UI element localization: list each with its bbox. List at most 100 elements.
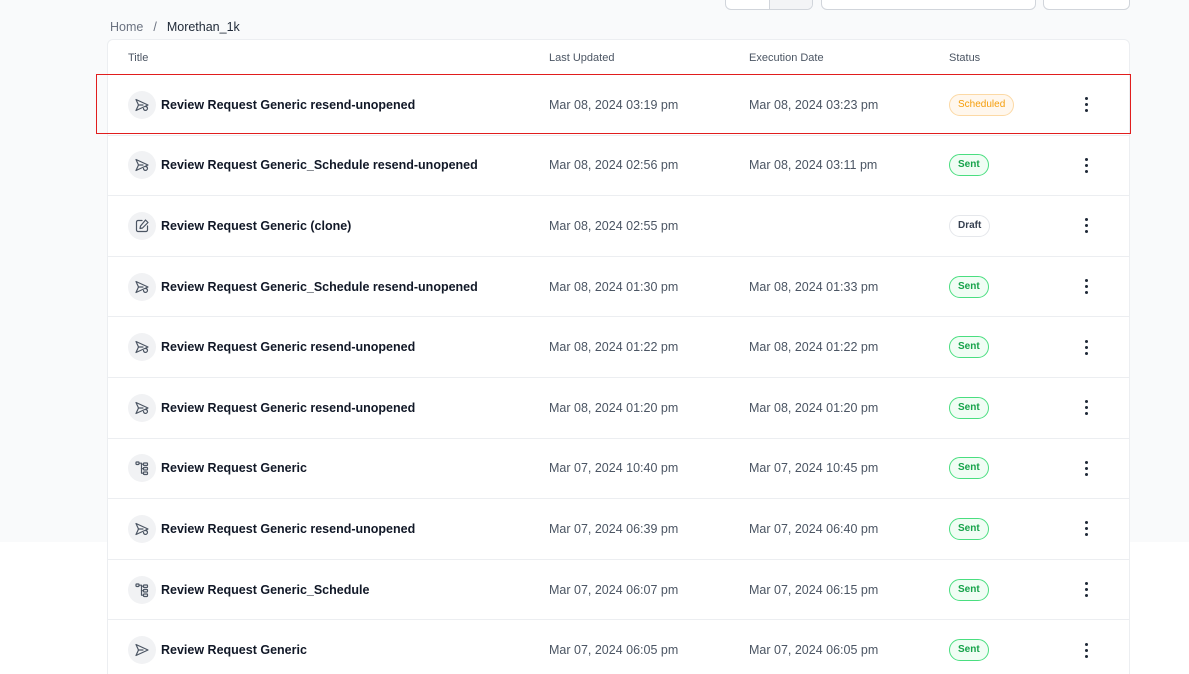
breadcrumb: Home / Morethan_1k xyxy=(110,18,240,36)
row-status-cell: Draft xyxy=(949,196,991,256)
row-title[interactable]: Review Request Generic (clone) xyxy=(161,219,351,233)
row-title-cell: Review Request Generic resend-unopened xyxy=(128,378,415,438)
more-vertical-icon xyxy=(1084,460,1088,476)
campaign-table: Title Last Updated Execution Date Status… xyxy=(107,39,1130,674)
more-vertical-icon xyxy=(1084,218,1088,234)
row-title[interactable]: Review Request Generic resend-unopened xyxy=(161,340,415,354)
row-title[interactable]: Review Request Generic resend-unopened xyxy=(161,522,415,536)
row-title[interactable]: Review Request Generic xyxy=(161,643,307,657)
breadcrumb-current: Morethan_1k xyxy=(166,20,240,34)
top-toolbar xyxy=(0,0,1189,10)
table-header: Title Last Updated Execution Date Status xyxy=(108,40,1129,75)
row-title-cell: Review Request Generic_Schedule resend-u… xyxy=(128,136,478,196)
table-row[interactable]: Review Request Generic (clone) Mar 08, 20… xyxy=(108,196,1129,257)
row-status-cell: Sent xyxy=(949,378,989,438)
row-status-cell: Sent xyxy=(949,560,989,620)
status-badge: Sent xyxy=(949,336,989,359)
row-menu-button[interactable] xyxy=(1074,378,1098,438)
row-menu-button[interactable] xyxy=(1074,196,1098,256)
row-title[interactable]: Review Request Generic_Schedule xyxy=(161,583,369,597)
view-toggle-option[interactable] xyxy=(768,0,812,9)
row-menu-button[interactable] xyxy=(1074,136,1098,196)
row-status-cell: Scheduled xyxy=(949,75,1015,135)
row-menu-button[interactable] xyxy=(1074,499,1098,559)
row-title-cell: Review Request Generic resend-unopened xyxy=(128,499,415,559)
row-menu-button[interactable] xyxy=(1074,620,1098,674)
status-badge: Sent xyxy=(949,154,989,177)
send-icon xyxy=(128,393,156,422)
more-vertical-icon xyxy=(1084,642,1088,658)
view-toggle-option[interactable] xyxy=(726,0,769,9)
row-title[interactable]: Review Request Generic xyxy=(161,461,307,475)
row-status-cell: Sent xyxy=(949,499,989,559)
row-title[interactable]: Review Request Generic_Schedule resend-u… xyxy=(161,280,478,294)
row-last-updated: Mar 07, 2024 06:07 pm xyxy=(549,582,679,597)
row-last-updated: Mar 08, 2024 02:56 pm xyxy=(549,158,679,173)
row-title-cell: Review Request Generic resend-unopened xyxy=(128,317,415,377)
row-last-updated: Mar 07, 2024 06:05 pm xyxy=(549,643,679,658)
column-header-last-updated[interactable]: Last Updated xyxy=(549,52,614,64)
send-icon xyxy=(128,514,156,543)
row-menu-button[interactable] xyxy=(1074,439,1098,499)
column-header-title[interactable]: Title xyxy=(128,52,148,64)
row-status-cell: Sent xyxy=(949,439,989,499)
send-icon xyxy=(128,272,156,301)
status-badge: Scheduled xyxy=(949,93,1015,116)
breadcrumb-home-link[interactable]: Home xyxy=(110,20,143,34)
status-badge: Draft xyxy=(949,214,991,237)
row-menu-button[interactable] xyxy=(1074,317,1098,377)
more-vertical-icon xyxy=(1084,97,1088,113)
view-toggle[interactable] xyxy=(725,0,813,10)
row-execution-date: Mar 08, 2024 03:23 pm xyxy=(749,97,879,112)
row-title[interactable]: Review Request Generic resend-unopened xyxy=(161,98,415,112)
row-execution-date: Mar 07, 2024 06:40 pm xyxy=(749,521,879,536)
row-title-cell: Review Request Generic_Schedule resend-u… xyxy=(128,257,478,317)
table-row[interactable]: Review Request Generic Mar 07, 2024 06:05… xyxy=(108,620,1129,674)
row-title[interactable]: Review Request Generic resend-unopened xyxy=(161,401,415,415)
status-badge: Sent xyxy=(949,639,989,662)
row-status-cell: Sent xyxy=(949,620,989,674)
table-row[interactable]: Review Request Generic resend-unopened Ma… xyxy=(108,317,1129,378)
row-title-cell: Review Request Generic xyxy=(128,439,307,499)
row-last-updated: Mar 08, 2024 03:19 pm xyxy=(549,97,679,112)
status-badge: Sent xyxy=(949,457,989,480)
table-row[interactable]: Review Request Generic_Schedule Mar 07, 2… xyxy=(108,560,1129,621)
row-execution-date: Mar 07, 2024 06:05 pm xyxy=(749,643,879,658)
row-menu-button[interactable] xyxy=(1074,560,1098,620)
row-last-updated: Mar 07, 2024 06:39 pm xyxy=(549,521,679,536)
status-badge: Sent xyxy=(949,396,989,419)
row-title-cell: Review Request Generic resend-unopened xyxy=(128,75,415,135)
row-execution-date: Mar 07, 2024 10:45 pm xyxy=(749,461,879,476)
row-menu-button[interactable] xyxy=(1074,257,1098,317)
table-row[interactable]: Review Request Generic resend-unopened Ma… xyxy=(108,75,1129,136)
row-execution-date: Mar 08, 2024 03:11 pm xyxy=(749,158,878,173)
row-last-updated: Mar 07, 2024 10:40 pm xyxy=(549,461,679,476)
status-badge: Sent xyxy=(949,275,989,298)
row-title-cell: Review Request Generic xyxy=(128,620,307,674)
more-vertical-icon xyxy=(1084,157,1088,173)
table-row[interactable]: Review Request Generic Mar 07, 2024 10:40… xyxy=(108,439,1129,500)
breadcrumb-separator: / xyxy=(153,20,157,34)
more-vertical-icon xyxy=(1084,400,1088,416)
search-input[interactable] xyxy=(821,0,1036,10)
status-badge: Sent xyxy=(949,517,989,540)
send-icon xyxy=(128,333,156,362)
row-title-cell: Review Request Generic (clone) xyxy=(128,196,351,256)
edit-icon xyxy=(128,211,156,240)
row-title[interactable]: Review Request Generic_Schedule resend-u… xyxy=(161,158,478,172)
row-menu-button[interactable] xyxy=(1074,75,1098,135)
row-last-updated: Mar 08, 2024 01:20 pm xyxy=(549,400,679,415)
row-execution-date: Mar 08, 2024 01:20 pm xyxy=(749,400,879,415)
row-last-updated: Mar 08, 2024 02:55 pm xyxy=(549,218,679,233)
toolbar-action-button[interactable] xyxy=(1043,0,1130,10)
column-header-execution-date[interactable]: Execution Date xyxy=(749,52,824,64)
table-row[interactable]: Review Request Generic_Schedule resend-u… xyxy=(108,136,1129,197)
table-row[interactable]: Review Request Generic resend-unopened Ma… xyxy=(108,378,1129,439)
row-execution-date: Mar 07, 2024 06:15 pm xyxy=(749,582,879,597)
row-status-cell: Sent xyxy=(949,136,989,196)
table-row[interactable]: Review Request Generic resend-unopened Ma… xyxy=(108,499,1129,560)
table-row[interactable]: Review Request Generic_Schedule resend-u… xyxy=(108,257,1129,318)
row-status-cell: Sent xyxy=(949,257,989,317)
column-header-status[interactable]: Status xyxy=(949,52,980,64)
send-icon xyxy=(128,151,156,180)
